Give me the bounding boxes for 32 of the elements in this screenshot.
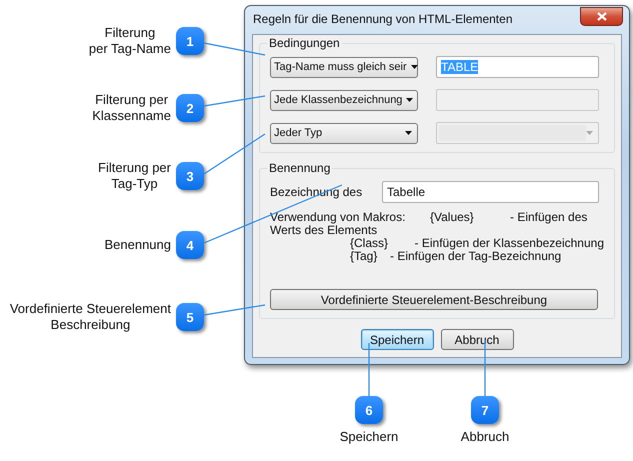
number-badge: 7 bbox=[471, 396, 499, 424]
dropdown[interactable]: Tag-Name muss gleich seir bbox=[270, 56, 418, 78]
macro-name: {Class} bbox=[350, 237, 390, 250]
number-badge: 4 bbox=[176, 231, 204, 259]
dropdown[interactable]: Jeder Typ bbox=[270, 122, 418, 144]
dialog-button[interactable]: Abbruch bbox=[440, 329, 514, 350]
number-badge: 6 bbox=[355, 396, 383, 424]
dialog-button[interactable]: Speichern bbox=[360, 329, 434, 350]
help-text: - Einfügen der Klassenbezeichnung bbox=[414, 237, 604, 250]
help-text: - Einfügen der Tag-Bezeichnung bbox=[390, 250, 562, 263]
dropdown[interactable]: Jede Klassenbezeichnung bbox=[270, 90, 418, 110]
predefined-description-button[interactable]: Vordefinierte Steuerelement-Beschreibung bbox=[270, 289, 598, 310]
callout-label: Filterung per Tag-Name bbox=[88, 25, 171, 57]
number-badge: 5 bbox=[176, 303, 204, 331]
help-text: - Einfügen des bbox=[510, 211, 588, 224]
group-title: Bedingungen bbox=[267, 36, 342, 50]
macro-name: {Tag} bbox=[350, 250, 378, 263]
window-title: Regeln für die Benennung von HTML-Elementen bbox=[253, 12, 512, 26]
help-text: Werts des Elements bbox=[270, 224, 378, 237]
number-badge: 2 bbox=[176, 94, 204, 122]
help-text: Verwendung von Makros: bbox=[270, 211, 406, 224]
callout-label: Filterung per Klassenname bbox=[92, 92, 171, 124]
callout-label: Vordefinierte Steuerelement Beschreibung bbox=[10, 301, 171, 333]
group-title: Benennung bbox=[267, 161, 332, 175]
input-field[interactable]: Tabelle bbox=[382, 181, 599, 203]
number-badge: 1 bbox=[176, 27, 204, 55]
callout-label: Speichern bbox=[340, 429, 398, 445]
number-badge: 3 bbox=[176, 162, 204, 190]
macro-name: {Values} bbox=[430, 211, 475, 224]
callout-label: Abbruch bbox=[460, 429, 510, 445]
callout-label: Benennung bbox=[104, 237, 171, 253]
callout-label: Filterung per Tag-Typ bbox=[98, 160, 171, 192]
